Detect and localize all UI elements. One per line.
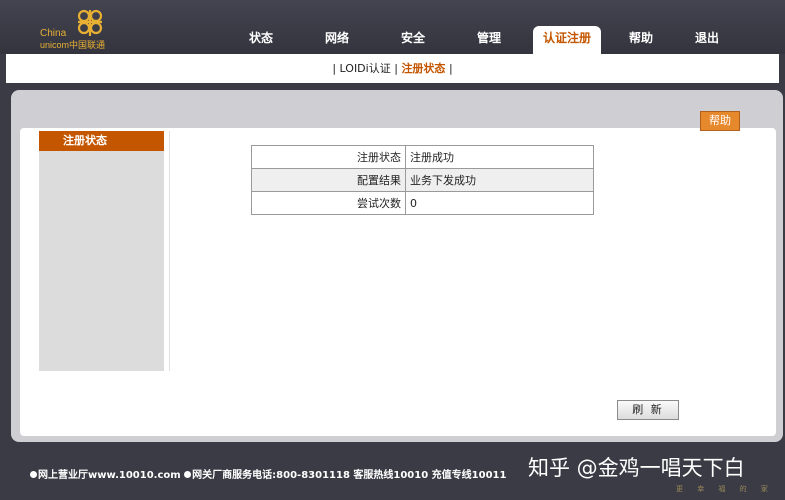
refresh-button[interactable]: 刷 新 xyxy=(617,400,679,420)
top-header: China unicom中国联通 状态 网络 安全 管理 认证注册 帮助 退出 xyxy=(0,0,785,54)
register-status-table: 注册状态 注册成功 配置结果 业务下发成功 尝试次数 0 xyxy=(251,145,594,215)
watermark-subtext: 更 幸 福 的 家 xyxy=(676,485,774,493)
row-key-register-status: 注册状态 xyxy=(251,145,406,169)
row-value-config-result: 业务下发成功 xyxy=(405,168,594,192)
row-value-register-status: 注册成功 xyxy=(405,145,594,169)
nav-auth-register[interactable]: 认证注册 xyxy=(533,26,601,54)
subnav-register-status[interactable]: 注册状态 xyxy=(401,62,445,75)
logo-text-unicom: unicom中国联通 xyxy=(40,40,106,50)
bullet-icon xyxy=(30,471,37,478)
bullet-icon xyxy=(184,471,192,478)
table-row: 配置结果 业务下发成功 xyxy=(251,168,594,192)
subnav-separator: | xyxy=(394,62,398,75)
help-button[interactable]: 帮助 xyxy=(700,111,740,131)
nav-status[interactable]: 状态 xyxy=(230,26,292,54)
row-value-attempts: 0 xyxy=(405,191,594,215)
nav-help[interactable]: 帮助 xyxy=(612,26,670,54)
left-sidebar: 注册状态 xyxy=(39,131,164,371)
divider xyxy=(169,131,170,371)
subnav-separator: | xyxy=(332,62,337,75)
footer-link-online-hall[interactable]: 网上营业厅www.10010.com xyxy=(38,470,181,481)
nav-logout[interactable]: 退出 xyxy=(678,26,736,54)
row-key-config-result: 配置结果 xyxy=(251,168,406,192)
unicom-knot-icon xyxy=(77,9,103,36)
zhihu-watermark: 知乎 @金鸡一唱天下白 xyxy=(528,456,745,480)
table-row: 尝试次数 0 xyxy=(251,191,594,215)
subnav-separator: | xyxy=(448,62,453,75)
footer-service-info: 网关厂商服务电话:800-8301118 客服热线10010 充值专线10011 xyxy=(192,470,507,481)
nav-network[interactable]: 网络 xyxy=(306,26,368,54)
subnav-loid-auth[interactable]: LOIDi认证 xyxy=(340,62,391,75)
unicom-logo: China unicom中国联通 xyxy=(38,8,128,50)
sub-nav: | LOIDi认证 | 注册状态 | xyxy=(6,54,779,83)
sidebar-item-register-status[interactable]: 注册状态 xyxy=(39,131,164,151)
nav-management[interactable]: 管理 xyxy=(458,26,520,54)
table-row: 注册状态 注册成功 xyxy=(251,145,594,169)
row-key-attempts: 尝试次数 xyxy=(251,191,406,215)
footer: 网上营业厅www.10010.com 网关厂商服务电话:800-8301118 … xyxy=(30,466,506,481)
nav-security[interactable]: 安全 xyxy=(382,26,444,54)
